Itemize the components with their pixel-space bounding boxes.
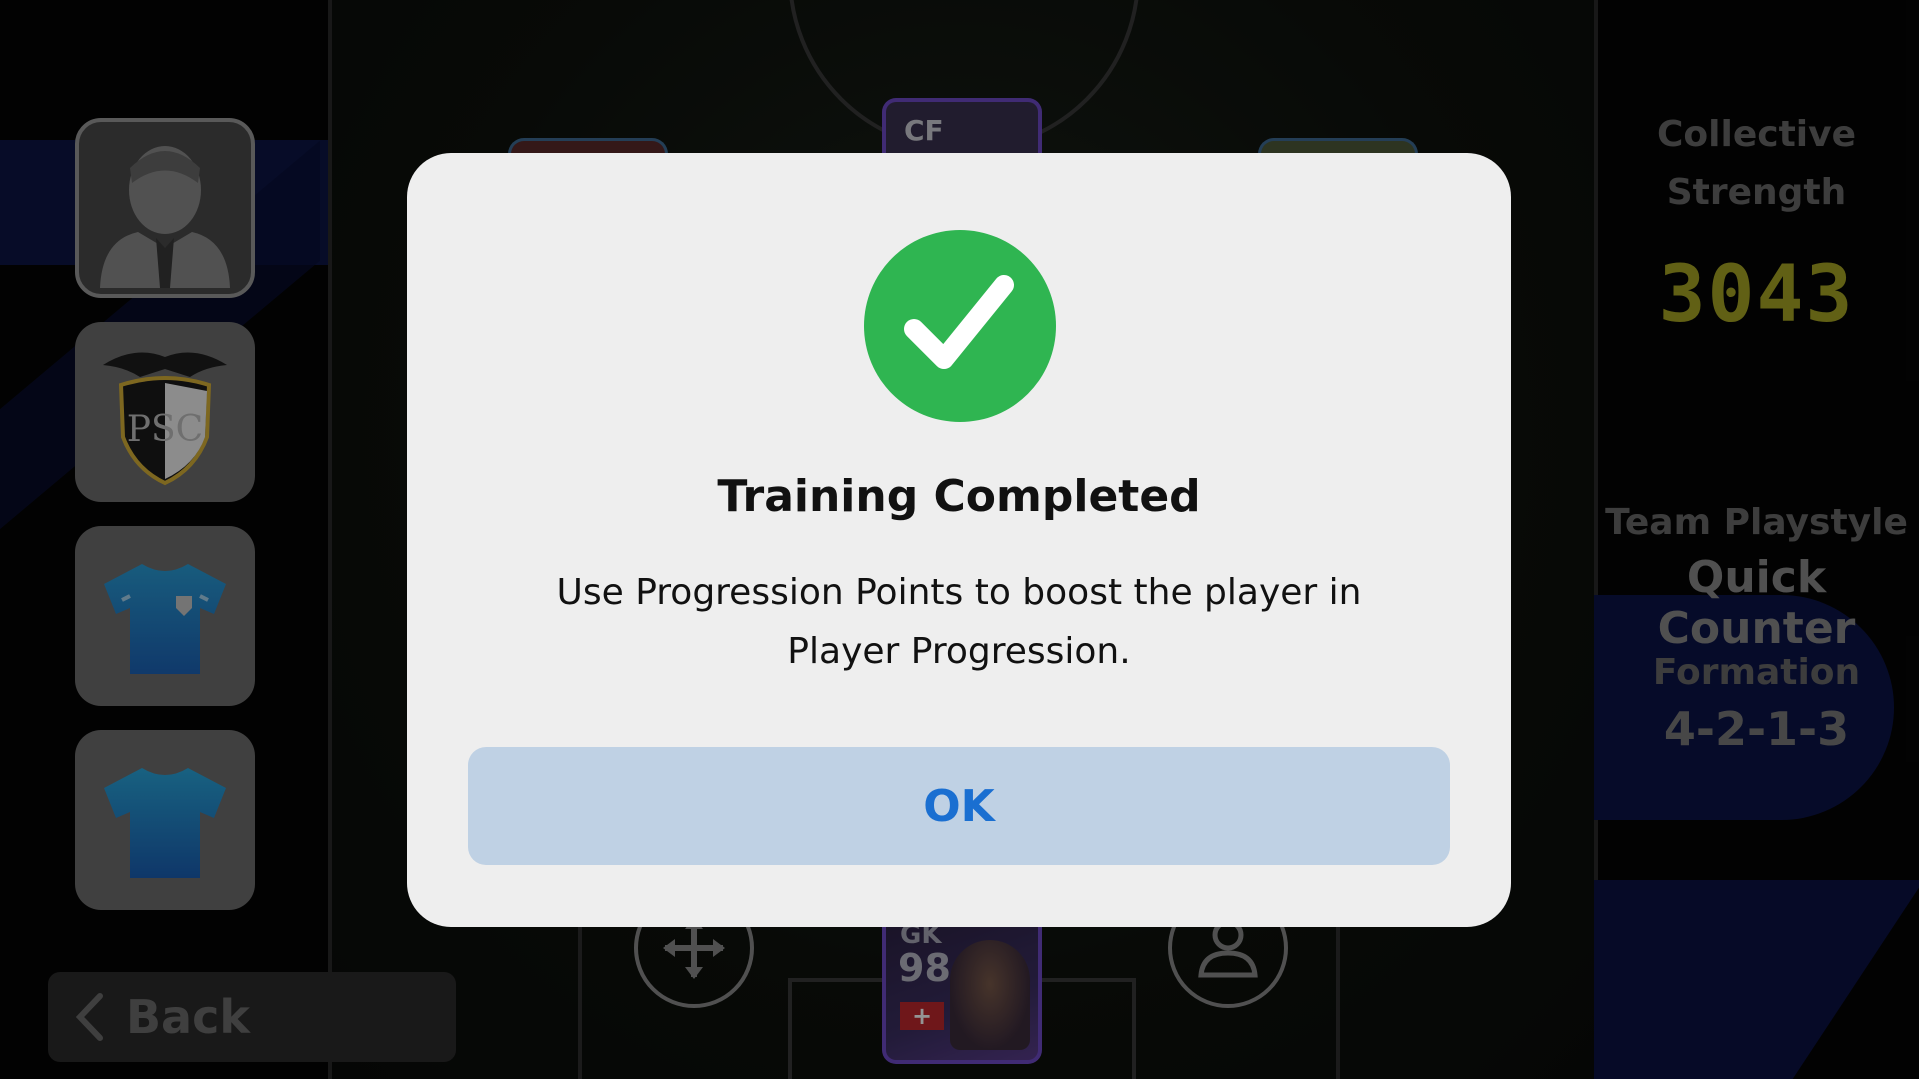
- training-completed-dialog: Training Completed Use Progression Point…: [407, 153, 1511, 927]
- success-badge: [864, 230, 1056, 422]
- checkmark-icon: [904, 275, 1014, 369]
- dialog-title: Training Completed: [717, 471, 1201, 522]
- dialog-message: Use Progression Points to boost the play…: [556, 572, 1362, 672]
- ok-button[interactable]: OK: [468, 747, 1450, 865]
